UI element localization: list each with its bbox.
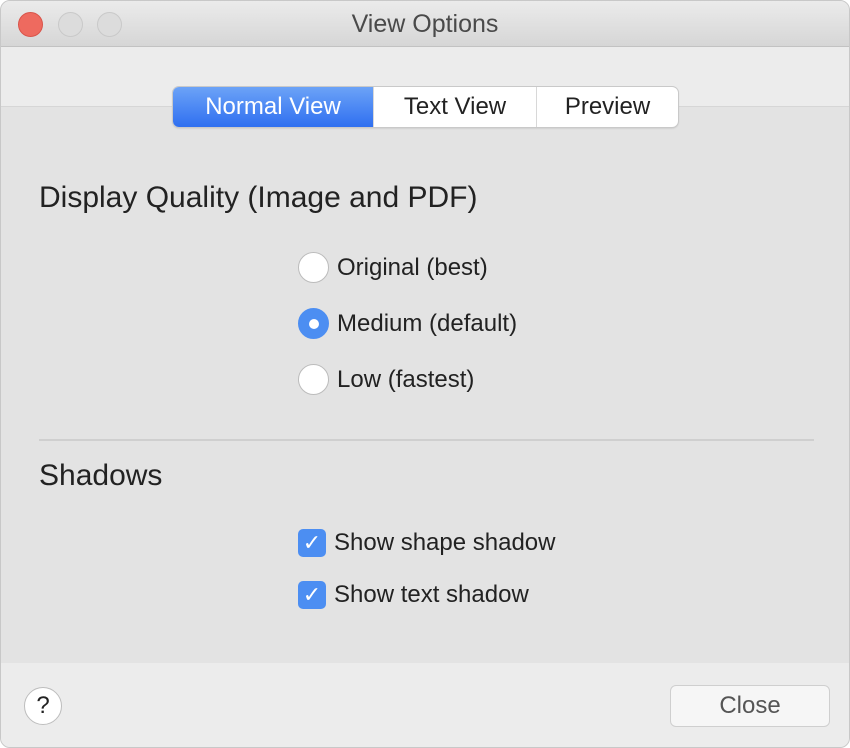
- radio-medium[interactable]: Medium (default): [298, 308, 517, 339]
- radio-original[interactable]: Original (best): [298, 252, 488, 283]
- radio-label: Low (fastest): [337, 365, 475, 393]
- shadows-heading: Shadows: [39, 459, 163, 492]
- view-options-window: View Options Normal View Text View Previ…: [0, 0, 850, 748]
- title-bar: View Options: [1, 1, 849, 47]
- radio-label: Original (best): [337, 253, 488, 281]
- radio-low[interactable]: Low (fastest): [298, 364, 474, 395]
- close-button[interactable]: Close: [670, 685, 830, 727]
- radio-button-selected[interactable]: [298, 308, 329, 339]
- window-title: View Options: [351, 10, 499, 38]
- tab-text-view[interactable]: Text View: [374, 87, 537, 127]
- view-tabs: Normal View Text View Preview: [173, 87, 678, 127]
- checkbox-shape-shadow[interactable]: ✓ Show shape shadow: [298, 529, 555, 557]
- tab-normal-view[interactable]: Normal View: [173, 87, 374, 127]
- radio-button[interactable]: [298, 364, 329, 395]
- radio-label: Medium (default): [337, 309, 518, 337]
- checkbox-label: Show shape shadow: [334, 529, 556, 556]
- checkmark-icon[interactable]: ✓: [298, 529, 326, 557]
- tab-preview[interactable]: Preview: [537, 87, 678, 127]
- checkbox-text-shadow[interactable]: ✓ Show text shadow: [298, 581, 529, 609]
- radio-button[interactable]: [298, 252, 329, 283]
- checkmark-icon[interactable]: ✓: [298, 581, 326, 609]
- checkbox-label: Show text shadow: [334, 581, 529, 608]
- help-button[interactable]: ?: [24, 687, 62, 725]
- display-quality-heading: Display Quality (Image and PDF): [39, 181, 478, 214]
- section-divider: [39, 439, 814, 441]
